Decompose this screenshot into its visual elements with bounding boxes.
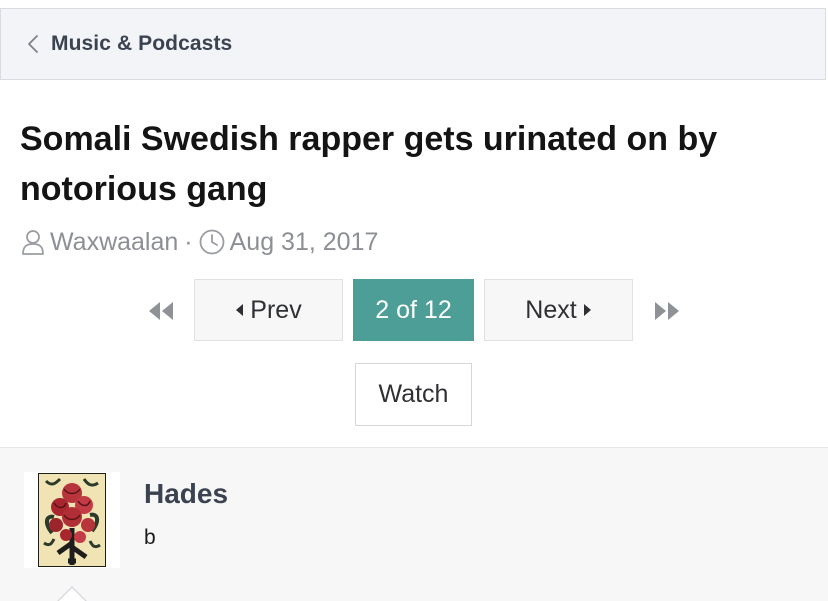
thread-date-link[interactable]: Aug 31, 2017 (230, 228, 379, 257)
post-user-title: b (144, 526, 156, 549)
thread-author-link[interactable]: Waxwaalan (50, 228, 178, 257)
meta-separator: · (184, 227, 193, 256)
breadcrumb[interactable]: Music & Podcasts (0, 8, 826, 80)
caret-left-icon (235, 303, 244, 317)
watch-button[interactable]: Watch (355, 363, 472, 426)
thread-meta: Waxwaalan · Aug 31, 2017 (20, 226, 378, 258)
chevron-left-icon[interactable] (25, 34, 41, 54)
breadcrumb-link-music-podcasts[interactable]: Music & Podcasts (51, 32, 232, 56)
thread-title: Somali Swedish rapper gets urinated on b… (20, 120, 718, 208)
prev-page-label: Prev (250, 295, 302, 324)
current-page-label: 2 of 12 (375, 295, 452, 324)
message-pointer-fill (56, 588, 88, 601)
clock-icon (199, 229, 225, 255)
thread-page: Music & Podcasts Somali Swedish rapper g… (0, 0, 828, 601)
next-page-button[interactable]: Next (484, 279, 633, 341)
prev-page-button[interactable]: Prev (194, 279, 343, 341)
user-icon (20, 229, 46, 255)
caret-right-icon (583, 303, 592, 317)
last-page-icon[interactable] (652, 299, 682, 323)
post-message: Hades b (0, 447, 828, 601)
avatar[interactable] (24, 472, 120, 568)
avatar-flower-image (38, 473, 106, 567)
watch-label: Watch (378, 380, 449, 408)
post-username[interactable]: Hades (144, 478, 228, 510)
current-page-indicator[interactable]: 2 of 12 (353, 279, 474, 341)
first-page-icon[interactable] (146, 299, 176, 323)
pagination: Prev 2 of 12 Next (0, 279, 828, 343)
next-page-label: Next (525, 295, 577, 324)
